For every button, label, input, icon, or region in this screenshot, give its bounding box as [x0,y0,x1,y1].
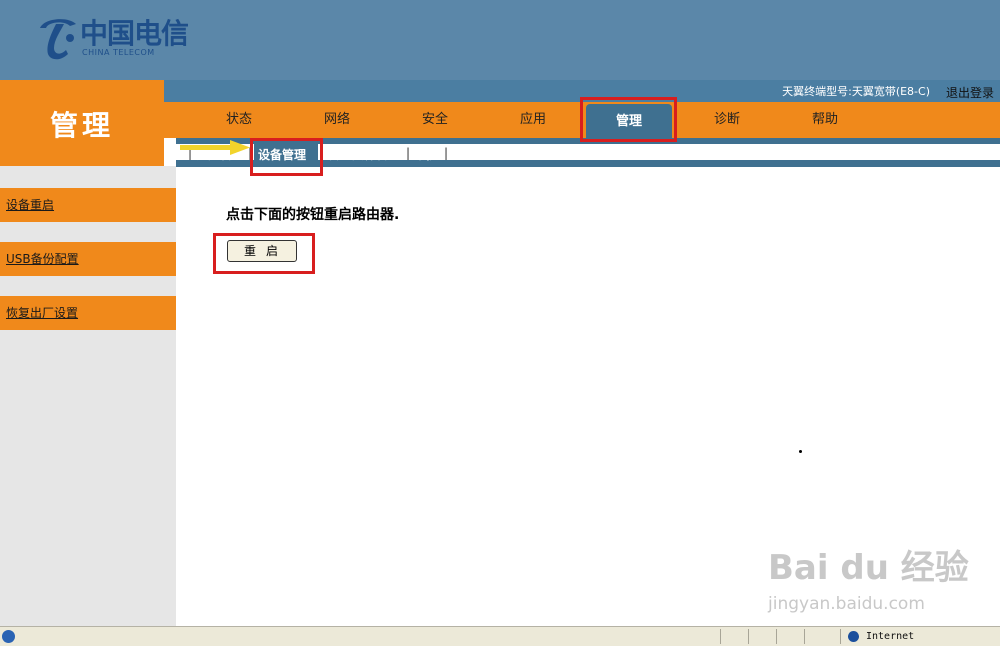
highlight-box-management-tab [580,97,677,142]
sub-nav-log-management[interactable]: 日志文件管理 [328,145,400,167]
sub-nav-separator: | [444,146,449,160]
status-bar-divider [720,629,721,644]
stray-dot [799,450,802,453]
telecom-e-logo-icon [40,19,76,60]
status-bar-divider [840,629,841,644]
sidebar-item-factory-reset[interactable]: 恢复出厂设置 [0,296,176,330]
status-bar-divider [804,629,805,644]
logout-link[interactable]: 退出登录 [946,84,994,101]
sub-nav-separator: | [406,146,411,160]
section-title-block: 管理 [0,80,164,166]
highlight-box-device-management [250,138,323,176]
device-model-text: 天翼终端型号:天翼宽带(E8-C) [782,85,930,98]
sidebar-item-usb-backup[interactable]: USB备份配置 [0,242,176,276]
status-bar-divider [748,629,749,644]
watermark-main-text: Bai du 经验 [768,548,969,588]
globe-icon [848,631,859,642]
tab-diagnostics[interactable]: 诊断 [692,102,762,138]
restart-instruction-text: 点击下面的按钮重启路由器. [226,207,400,223]
section-title: 管理 [49,109,114,142]
watermark-sub-text: jingyan.baidu.com [768,594,925,614]
tab-network[interactable]: 网络 [302,102,372,138]
status-bar-divider [776,629,777,644]
china-telecom-logo: 中国电信 CHINA TELECOM [34,6,189,70]
ie-page-icon [2,630,15,643]
logo-english-text: CHINA TELECOM [82,48,155,57]
tab-security[interactable]: 安全 [400,102,470,138]
sidebar: 设备重启 USB备份配置 恢复出厂设置 [0,166,176,626]
browser-status-bar: Internet [0,626,1000,646]
tab-status[interactable]: 状态 [204,102,274,138]
tab-help[interactable]: 帮助 [790,102,860,138]
arrow-right-icon [180,140,250,155]
baidu-watermark: Bai du 经验 jingyan.baidu.com [768,540,969,620]
logo-chinese-text: 中国电信 [80,17,189,50]
sidebar-item-label[interactable]: 设备重启 [6,196,54,213]
sub-nav-maintenance[interactable]: 维护 [414,145,438,167]
security-zone-label: Internet [866,631,915,642]
sidebar-item-label[interactable]: 恢复出厂设置 [6,304,78,321]
sidebar-item-device-restart[interactable]: 设备重启 [0,188,176,222]
tab-application[interactable]: 应用 [498,102,568,138]
sidebar-item-label[interactable]: USB备份配置 [6,250,79,267]
highlight-box-restart-button [213,233,315,274]
